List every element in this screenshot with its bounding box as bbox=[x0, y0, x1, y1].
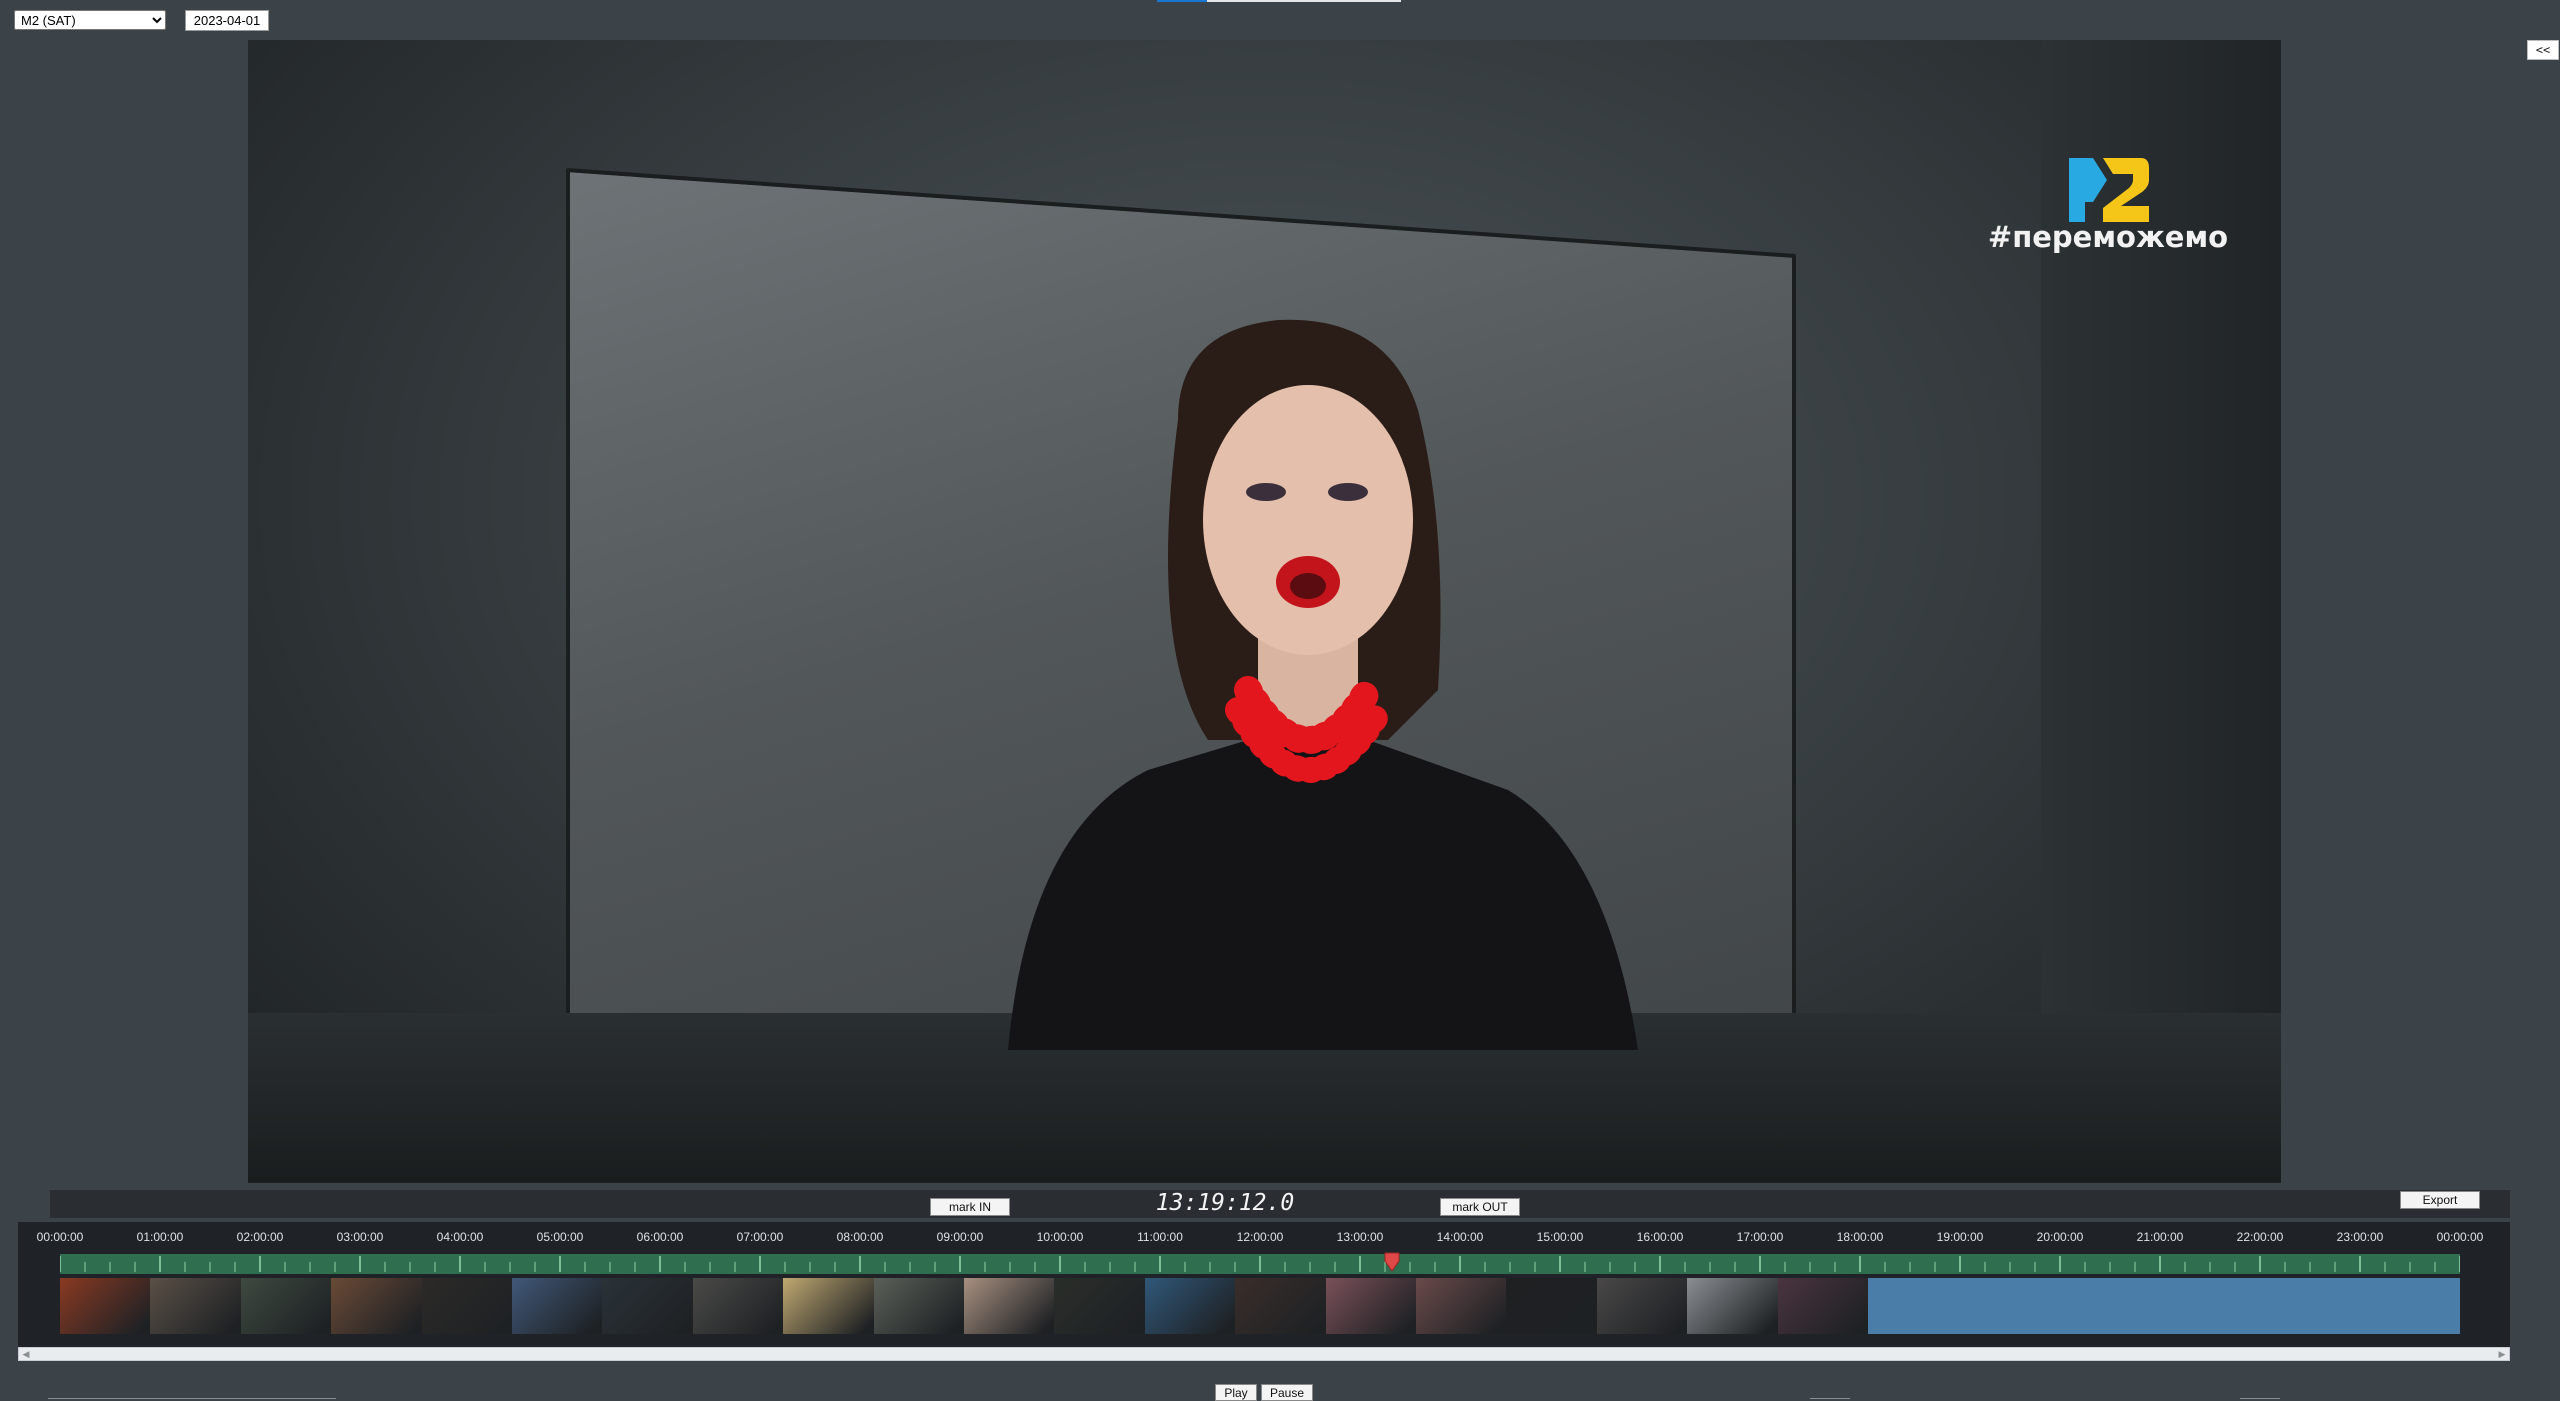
timecode-display: 13:19:12.0 bbox=[1155, 1190, 1295, 1216]
hour-label: 04:00:00 bbox=[436, 1230, 484, 1244]
hour-label: 03:00:00 bbox=[336, 1230, 384, 1244]
m2-channel-logo-icon bbox=[2069, 158, 2149, 222]
bottom-divider bbox=[48, 1398, 336, 1399]
timeline-thumbnail[interactable] bbox=[1416, 1278, 1508, 1334]
channel-select[interactable]: M2 (SAT) bbox=[14, 10, 166, 30]
hour-label: 09:00:00 bbox=[936, 1230, 984, 1244]
hour-label: 07:00:00 bbox=[736, 1230, 784, 1244]
timeline-thumbnail[interactable] bbox=[783, 1278, 875, 1334]
timeline-thumbnail[interactable] bbox=[1325, 1278, 1417, 1334]
timeline-thumbnail[interactable] bbox=[60, 1278, 152, 1334]
timeline-thumbnail[interactable] bbox=[1235, 1278, 1327, 1334]
date-input[interactable]: 2023-04-01 bbox=[185, 10, 269, 31]
mark-in-button[interactable]: mark IN bbox=[930, 1198, 1010, 1216]
hour-label: 02:00:00 bbox=[236, 1230, 284, 1244]
bottom-divider bbox=[2240, 1398, 2280, 1399]
hour-label: 00:00:00 bbox=[36, 1230, 84, 1244]
hour-label: 13:00:00 bbox=[1336, 1230, 1384, 1244]
hour-label: 16:00:00 bbox=[1636, 1230, 1684, 1244]
overlay-hashtag: #переможемо bbox=[1987, 220, 2229, 254]
hour-label: 20:00:00 bbox=[2036, 1230, 2084, 1244]
hour-label: 05:00:00 bbox=[536, 1230, 584, 1244]
hour-label: 22:00:00 bbox=[2236, 1230, 2284, 1244]
timeline-thumbnail[interactable] bbox=[692, 1278, 785, 1334]
collapse-panel-button[interactable]: << bbox=[2527, 40, 2559, 60]
hour-label: 12:00:00 bbox=[1236, 1230, 1284, 1244]
hour-label: 06:00:00 bbox=[636, 1230, 684, 1244]
video-player[interactable]: #переможемо bbox=[248, 40, 2281, 1183]
hour-label: 23:00:00 bbox=[2336, 1230, 2384, 1244]
hour-label: 19:00:00 bbox=[1936, 1230, 1984, 1244]
top-tab-indicator[interactable] bbox=[1207, 0, 1401, 2]
timeline-thumbnail[interactable] bbox=[873, 1278, 965, 1334]
scroll-left-icon[interactable]: ◀ bbox=[19, 1348, 33, 1360]
pause-button[interactable]: Pause bbox=[1261, 1384, 1313, 1401]
timeline-thumbnail[interactable] bbox=[1777, 1278, 1869, 1334]
timeline-scrollbar[interactable]: ◀ ▶ bbox=[18, 1347, 2510, 1361]
timeline-thumbnail[interactable] bbox=[512, 1278, 604, 1334]
hour-label: 18:00:00 bbox=[1836, 1230, 1884, 1244]
timeline-thumbnail[interactable] bbox=[1054, 1278, 1146, 1334]
bottom-divider bbox=[1810, 1398, 1850, 1399]
scroll-right-icon[interactable]: ▶ bbox=[2495, 1348, 2509, 1360]
play-button[interactable]: Play bbox=[1215, 1384, 1257, 1401]
hour-label: 11:00:00 bbox=[1137, 1230, 1183, 1244]
presenter-figure bbox=[1008, 319, 1638, 1050]
hour-label: 14:00:00 bbox=[1436, 1230, 1484, 1244]
hour-label: 21:00:00 bbox=[2136, 1230, 2184, 1244]
playhead-marker-icon[interactable] bbox=[1383, 1251, 1401, 1273]
timeline-empty-region bbox=[1868, 1278, 2460, 1334]
top-tab-active-indicator[interactable] bbox=[1157, 0, 1207, 2]
hour-label: 17:00:00 bbox=[1736, 1230, 1784, 1244]
hour-label: 00:00:00 bbox=[2436, 1230, 2484, 1244]
timeline-thumbnail[interactable] bbox=[331, 1278, 423, 1334]
hour-label: 08:00:00 bbox=[836, 1230, 884, 1244]
timeline-thumbnail[interactable] bbox=[1506, 1278, 1598, 1334]
timeline-thumbnail[interactable] bbox=[602, 1278, 694, 1334]
timeline-hour-labels: 00:00:00 01:00:00 02:00:00 03:00:00 04:00:00… bbox=[0, 1230, 2560, 1246]
timeline-thumbnail[interactable] bbox=[1596, 1278, 1689, 1334]
hour-label: 01:00:00 bbox=[136, 1230, 184, 1244]
timeline-thumbnail[interactable] bbox=[1687, 1278, 1779, 1334]
timeline-thumbnail[interactable] bbox=[240, 1278, 333, 1334]
hour-label: 15:00:00 bbox=[1536, 1230, 1584, 1244]
timeline-thumbnail[interactable] bbox=[150, 1278, 242, 1334]
export-button[interactable]: Export bbox=[2400, 1191, 2480, 1209]
timeline-ticks bbox=[60, 1256, 2460, 1272]
timeline-thumbnail[interactable] bbox=[421, 1278, 513, 1334]
timeline-thumbnail[interactable] bbox=[1144, 1278, 1237, 1334]
hour-label: 10:00:00 bbox=[1036, 1230, 1084, 1244]
mark-out-button[interactable]: mark OUT bbox=[1440, 1198, 1520, 1216]
timeline-thumbnail[interactable] bbox=[964, 1278, 1056, 1334]
